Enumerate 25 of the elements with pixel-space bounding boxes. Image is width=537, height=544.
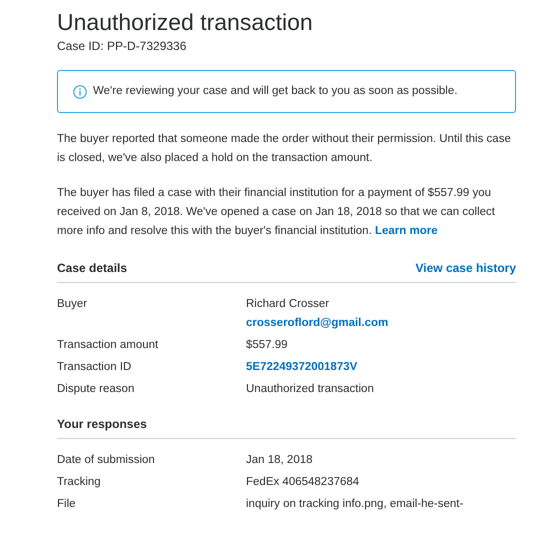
value-text: Jan 18, 2018	[246, 453, 313, 468]
row-label: Transaction ID	[57, 360, 132, 375]
value-text: Unauthorized transaction	[246, 382, 374, 397]
body-paragraph: The buyer reported that someone made the order without their permission. Until this case is closed, we've also placed a hold on the transaction amount.	[57, 132, 512, 166]
row-label: Buyer	[57, 297, 88, 312]
row-label: File	[57, 497, 77, 512]
info-icon	[73, 84, 87, 98]
row-label: Tracking	[57, 475, 102, 490]
value-text: Richard Crosser	[246, 297, 330, 312]
section-heading: Your responses	[57, 416, 147, 433]
notice-text: We're reviewing your case and will get back to you as soon as possible.	[93, 84, 458, 99]
body-paragraph: The buyer has filed a case with their financial institution for a payment of $557.99 you received on Jan 8, 2018. We've opened a case on Jan 18, 2018 so that we can collect more info and resolve this with the buyer's financial institution. Learn more	[57, 186, 496, 239]
value-text: inquiry on tracking info.png, email-he-sent-	[246, 497, 464, 512]
case-id: Case ID: PP-D-7329336	[57, 38, 186, 54]
row-label: Date of submission	[57, 453, 156, 468]
value-link[interactable]: 5E72249372001873V	[246, 358, 358, 377]
page-title: Unauthorized transaction	[57, 8, 313, 36]
value-link[interactable]: crosseroflord@gmail.com	[246, 314, 388, 333]
value-text: $557.99	[246, 338, 288, 353]
learn-more-link[interactable]: Learn more	[374, 225, 438, 237]
row-label: Dispute reason	[57, 382, 136, 397]
section-heading: Case details	[57, 260, 128, 277]
value-text: FedEx 406548237684	[246, 475, 360, 490]
view-history-link[interactable]: View case history	[416, 259, 516, 278]
row-label: Transaction amount	[57, 338, 160, 353]
